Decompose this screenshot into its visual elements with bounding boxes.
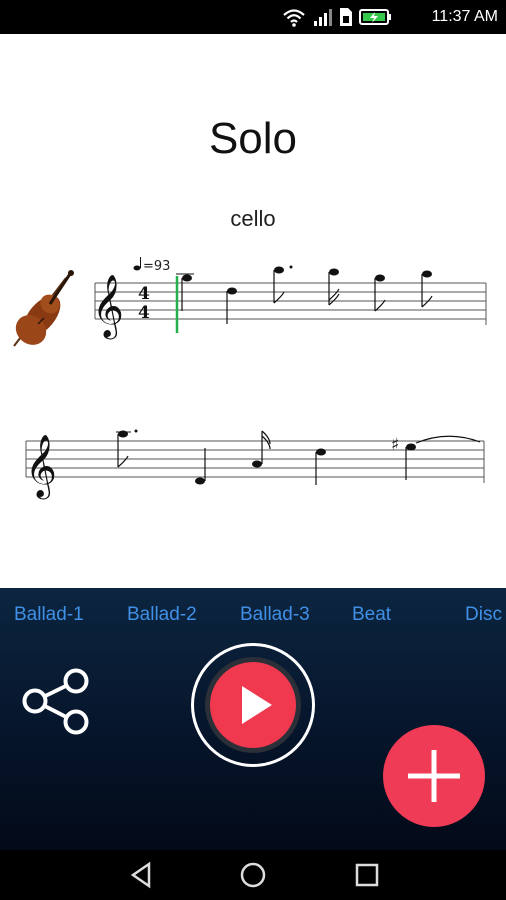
status-icons xyxy=(282,6,394,28)
status-time: 11:37 AM xyxy=(431,8,498,25)
plus-icon xyxy=(408,750,460,802)
tie xyxy=(415,435,481,444)
sharp-sign: ♯ xyxy=(391,435,399,455)
share-icon xyxy=(22,668,89,735)
nav-recents-button[interactable] xyxy=(352,860,382,890)
home-icon xyxy=(240,862,266,888)
play-button[interactable] xyxy=(205,657,301,753)
tempo-marking: =93 xyxy=(143,259,170,274)
tab-ballad-2[interactable]: Ballad-2 xyxy=(127,604,197,626)
tab-ballad-1[interactable]: Ballad-1 xyxy=(14,604,84,626)
sim-icon xyxy=(340,8,352,26)
nav-back-button[interactable] xyxy=(127,860,157,890)
music-score: 𝄞 4 4 =93 𝄞 ♯ xyxy=(13,257,487,500)
navigation-bar xyxy=(0,850,506,900)
play-button-ring xyxy=(191,643,315,767)
battery-charging-icon xyxy=(359,9,391,25)
staff-2: 𝄞 ♯ xyxy=(25,429,485,500)
signal-icon xyxy=(314,9,332,26)
time-signature-top: 4 xyxy=(138,284,150,304)
staff-1: 𝄞 4 4 =93 xyxy=(92,257,487,340)
treble-clef-icon: 𝄞 xyxy=(92,274,124,340)
recents-icon xyxy=(355,863,379,887)
share-button[interactable] xyxy=(18,668,98,738)
nav-home-button[interactable] xyxy=(238,860,268,890)
score-sheet: Solo cello 𝄞 4 4 =93 𝄞 ♯ xyxy=(0,34,506,588)
back-icon xyxy=(130,861,151,889)
treble-clef-icon: 𝄞 xyxy=(25,434,57,500)
add-button[interactable] xyxy=(383,725,485,827)
time-signature-bottom: 4 xyxy=(138,303,150,323)
tab-disc[interactable]: Disc xyxy=(465,604,502,626)
wifi-icon xyxy=(283,9,305,27)
status-bar: 11:37 AM xyxy=(0,0,506,34)
controls-panel: Ballad-1 Ballad-2 Ballad-3 Beat Disc xyxy=(0,588,506,850)
tab-ballad-3[interactable]: Ballad-3 xyxy=(240,604,310,626)
tab-beat[interactable]: Beat xyxy=(352,604,391,626)
style-tabs: Ballad-1 Ballad-2 Ballad-3 Beat Disc xyxy=(0,604,506,634)
play-icon xyxy=(242,686,272,724)
cello-icon xyxy=(13,270,74,347)
